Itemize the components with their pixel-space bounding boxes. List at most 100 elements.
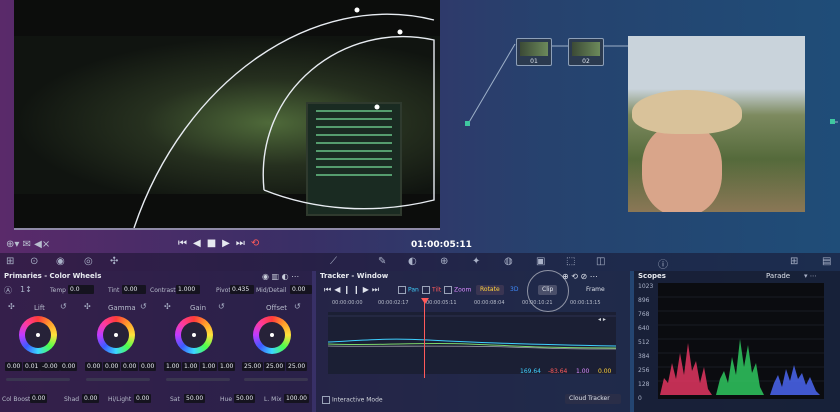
node-02[interactable]: 02	[568, 38, 604, 66]
offset-wheel[interactable]	[253, 316, 291, 354]
gamma-g[interactable]: 0.00	[121, 362, 139, 371]
gamma-b[interactable]: 0.00	[139, 362, 157, 371]
gamma-wheel[interactable]	[97, 316, 135, 354]
sync-icon[interactable]: 1↕	[20, 285, 32, 294]
camera-raw-icon[interactable]: ⊞	[6, 256, 14, 267]
temp-field[interactable]: 0.0	[68, 285, 94, 294]
offset-g[interactable]: 25.00	[264, 362, 286, 371]
node-label: 02	[582, 58, 590, 65]
gamma-reset-icon[interactable]: ↺	[140, 302, 147, 311]
node-01[interactable]: 01	[516, 38, 552, 66]
shad-field[interactable]: 0.00	[82, 394, 100, 403]
tracking-graph[interactable]: ◂ ▸	[327, 312, 617, 374]
frame-toggle[interactable]: Frame	[582, 285, 609, 295]
temp-label: Temp	[50, 287, 66, 294]
cloud-tracker-dropdown[interactable]: Cloud Tracker	[565, 394, 621, 404]
playhead-marker[interactable]	[421, 298, 429, 304]
wheels-mode-icon[interactable]: ◉ ▥ ◐ ⋯	[262, 272, 299, 281]
gamma-y[interactable]: 0.00	[85, 362, 103, 371]
gain-picker-icon[interactable]: ✣	[164, 302, 171, 311]
transport-controls[interactable]: ⏮◀■▶⏭⟲	[178, 238, 265, 249]
tilt-label: Tilt	[432, 286, 442, 294]
lum-mix-field[interactable]: 100.00	[284, 394, 309, 403]
rotate-toggle[interactable]: Rotate	[476, 285, 504, 295]
pan-check[interactable]: Pan	[398, 286, 419, 294]
scope-expand-icon[interactable]: ▤	[822, 256, 831, 267]
hdr-icon[interactable]: ◎	[84, 256, 93, 267]
scope-tick-5: 384	[638, 353, 650, 360]
magic-mask-icon[interactable]: ✦	[472, 256, 480, 267]
zoom-check[interactable]: Zoom	[444, 286, 471, 294]
readout-pan: 169.64	[520, 368, 541, 375]
lift-label: Lift	[34, 304, 45, 312]
rgb-mixer-icon[interactable]: ✣	[110, 256, 118, 267]
interactive-mode-checkbox[interactable]: Interactive Mode	[322, 396, 383, 404]
lift-g[interactable]: -0.00	[40, 362, 60, 371]
power-window-overlay[interactable]	[14, 0, 440, 228]
auto-balance-icon[interactable]: Ⓐ	[4, 285, 12, 296]
viewer[interactable]	[14, 0, 440, 228]
gain-b[interactable]: 1.00	[218, 362, 236, 371]
hilight-field[interactable]: 0.00	[134, 394, 152, 403]
gamma-picker-icon[interactable]: ✣	[84, 302, 91, 311]
key-icon[interactable]: ▣	[536, 256, 545, 267]
offset-b[interactable]: 25.00	[286, 362, 308, 371]
curves-icon[interactable]: ⟋	[330, 256, 337, 267]
sat-field[interactable]: 50.00	[184, 394, 206, 403]
gain-master-slider[interactable]	[166, 378, 230, 381]
face	[642, 124, 722, 212]
graph-nav-icon[interactable]: ◂ ▸	[598, 316, 606, 323]
primaries-title: Primaries - Color Wheels	[4, 272, 102, 280]
qualifier-icon[interactable]: ✎	[378, 256, 386, 267]
gain-wheel[interactable]	[175, 316, 213, 354]
viewer-tools-icon[interactable]: ⊕▾ ✉ ◀×	[6, 239, 50, 250]
window-icon[interactable]: ◐	[408, 256, 417, 267]
lift-b[interactable]: 0.00	[60, 362, 78, 371]
readout-tilt: -83.64	[548, 368, 568, 375]
offset-r[interactable]: 25.00	[242, 362, 264, 371]
tracker-target-icon[interactable]: ⊕ ⟲ ⊘ ⋯	[562, 272, 598, 281]
hue-field[interactable]: 50.00	[234, 394, 256, 403]
track-buttons[interactable]: ⏮◀❙❙▶⏭	[324, 285, 382, 295]
contrast-field[interactable]: 1.000	[176, 285, 200, 294]
middetail-label: Mid/Detail	[256, 287, 287, 294]
lift-r[interactable]: 0.01	[23, 362, 41, 371]
gamma-r[interactable]: 0.00	[103, 362, 121, 371]
scope-settings-icon[interactable]: ⊞	[790, 256, 798, 267]
tint-field[interactable]: 0.00	[122, 285, 146, 294]
viewer-scrub-bar[interactable]	[14, 228, 440, 230]
3d-icon[interactable]: ◫	[596, 256, 605, 267]
lift-wheel[interactable]	[19, 316, 57, 354]
contrast-label: Contrast	[150, 287, 176, 294]
middetail-field[interactable]: 0.00	[290, 285, 312, 294]
gain-y[interactable]: 1.00	[164, 362, 182, 371]
lift-y[interactable]: 0.00	[5, 362, 23, 371]
readout-rotate: 0.00	[598, 368, 612, 375]
scope-options-icon[interactable]: ▾ ⋯	[804, 272, 817, 280]
info-icon[interactable]: ⓘ	[658, 256, 668, 271]
pivot-field[interactable]: 0.435	[230, 285, 254, 294]
gain-r[interactable]: 1.00	[182, 362, 200, 371]
lift-master-slider[interactable]	[6, 378, 70, 381]
offset-label: Offset	[266, 304, 288, 312]
tilt-check[interactable]: Tilt	[422, 286, 441, 294]
gamma-master-slider[interactable]	[86, 378, 150, 381]
sizing-icon[interactable]: ⬚	[566, 256, 575, 267]
lift-reset-icon[interactable]: ↺	[60, 302, 67, 311]
scope-mode-dropdown[interactable]: Parade	[766, 272, 790, 280]
playhead[interactable]	[424, 298, 425, 378]
col-boost-field[interactable]: 0.00	[30, 394, 48, 403]
tracker-icon[interactable]: ⊕	[440, 256, 448, 267]
offset-reset-icon[interactable]: ↺	[294, 302, 301, 311]
scope-tick-1: 896	[638, 297, 650, 304]
gain-reset-icon[interactable]: ↺	[218, 302, 225, 311]
offset-master-slider[interactable]	[244, 378, 308, 381]
hue-label: Hue	[220, 396, 233, 403]
3d-toggle[interactable]: 3D	[506, 285, 522, 295]
gain-g[interactable]: 1.00	[200, 362, 218, 371]
lift-picker-icon[interactable]: ✣	[8, 302, 15, 311]
scope-tick-3: 640	[638, 325, 650, 332]
color-wheels-icon[interactable]: ◉	[56, 256, 65, 267]
color-match-icon[interactable]: ⊙	[30, 256, 38, 267]
blur-icon[interactable]: ◍	[504, 256, 513, 267]
